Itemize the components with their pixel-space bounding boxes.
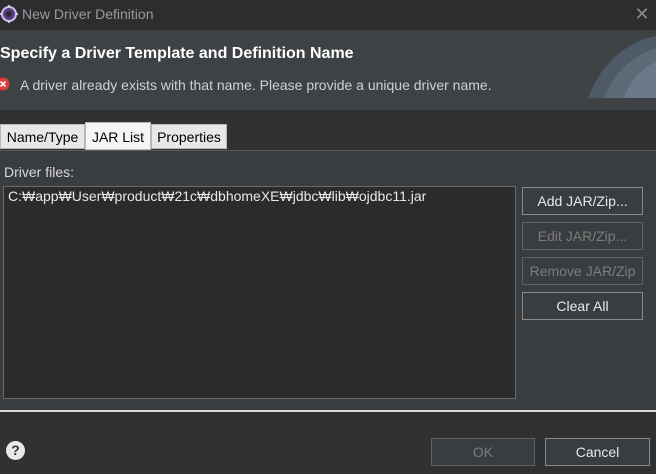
eclipse-gear-icon — [0, 4, 20, 24]
clear-all-button[interactable]: Clear All — [522, 292, 643, 320]
help-icon[interactable]: ? — [6, 441, 25, 460]
error-message: A driver already exists with that name. … — [20, 77, 492, 93]
list-item[interactable]: C:₩app₩User₩product₩21c₩dbhomeXE₩jdbc₩li… — [8, 188, 426, 204]
close-icon[interactable]: ✕ — [632, 4, 652, 24]
dialog-header — [0, 30, 656, 110]
error-icon — [0, 77, 10, 91]
tab-jar-list[interactable]: JAR List — [85, 122, 151, 150]
ok-button[interactable]: OK — [431, 438, 535, 466]
tab-name-type[interactable]: Name/Type — [0, 124, 85, 149]
driver-files-label: Driver files: — [4, 164, 75, 180]
cancel-button[interactable]: Cancel — [545, 438, 650, 466]
header-banner-image — [580, 30, 656, 98]
window-title: New Driver Definition — [22, 6, 154, 22]
driver-files-list[interactable]: C:₩app₩User₩product₩21c₩dbhomeXE₩jdbc₩li… — [3, 186, 516, 399]
edit-jar-button[interactable]: Edit JAR/Zip... — [522, 222, 643, 250]
dialog-heading: Specify a Driver Template and Definition… — [0, 45, 354, 62]
add-jar-button[interactable]: Add JAR/Zip... — [522, 187, 643, 215]
remove-jar-button[interactable]: Remove JAR/Zip — [522, 257, 643, 285]
tab-strip: Name/Type JAR List Properties — [0, 122, 656, 151]
tab-properties[interactable]: Properties — [151, 124, 227, 149]
